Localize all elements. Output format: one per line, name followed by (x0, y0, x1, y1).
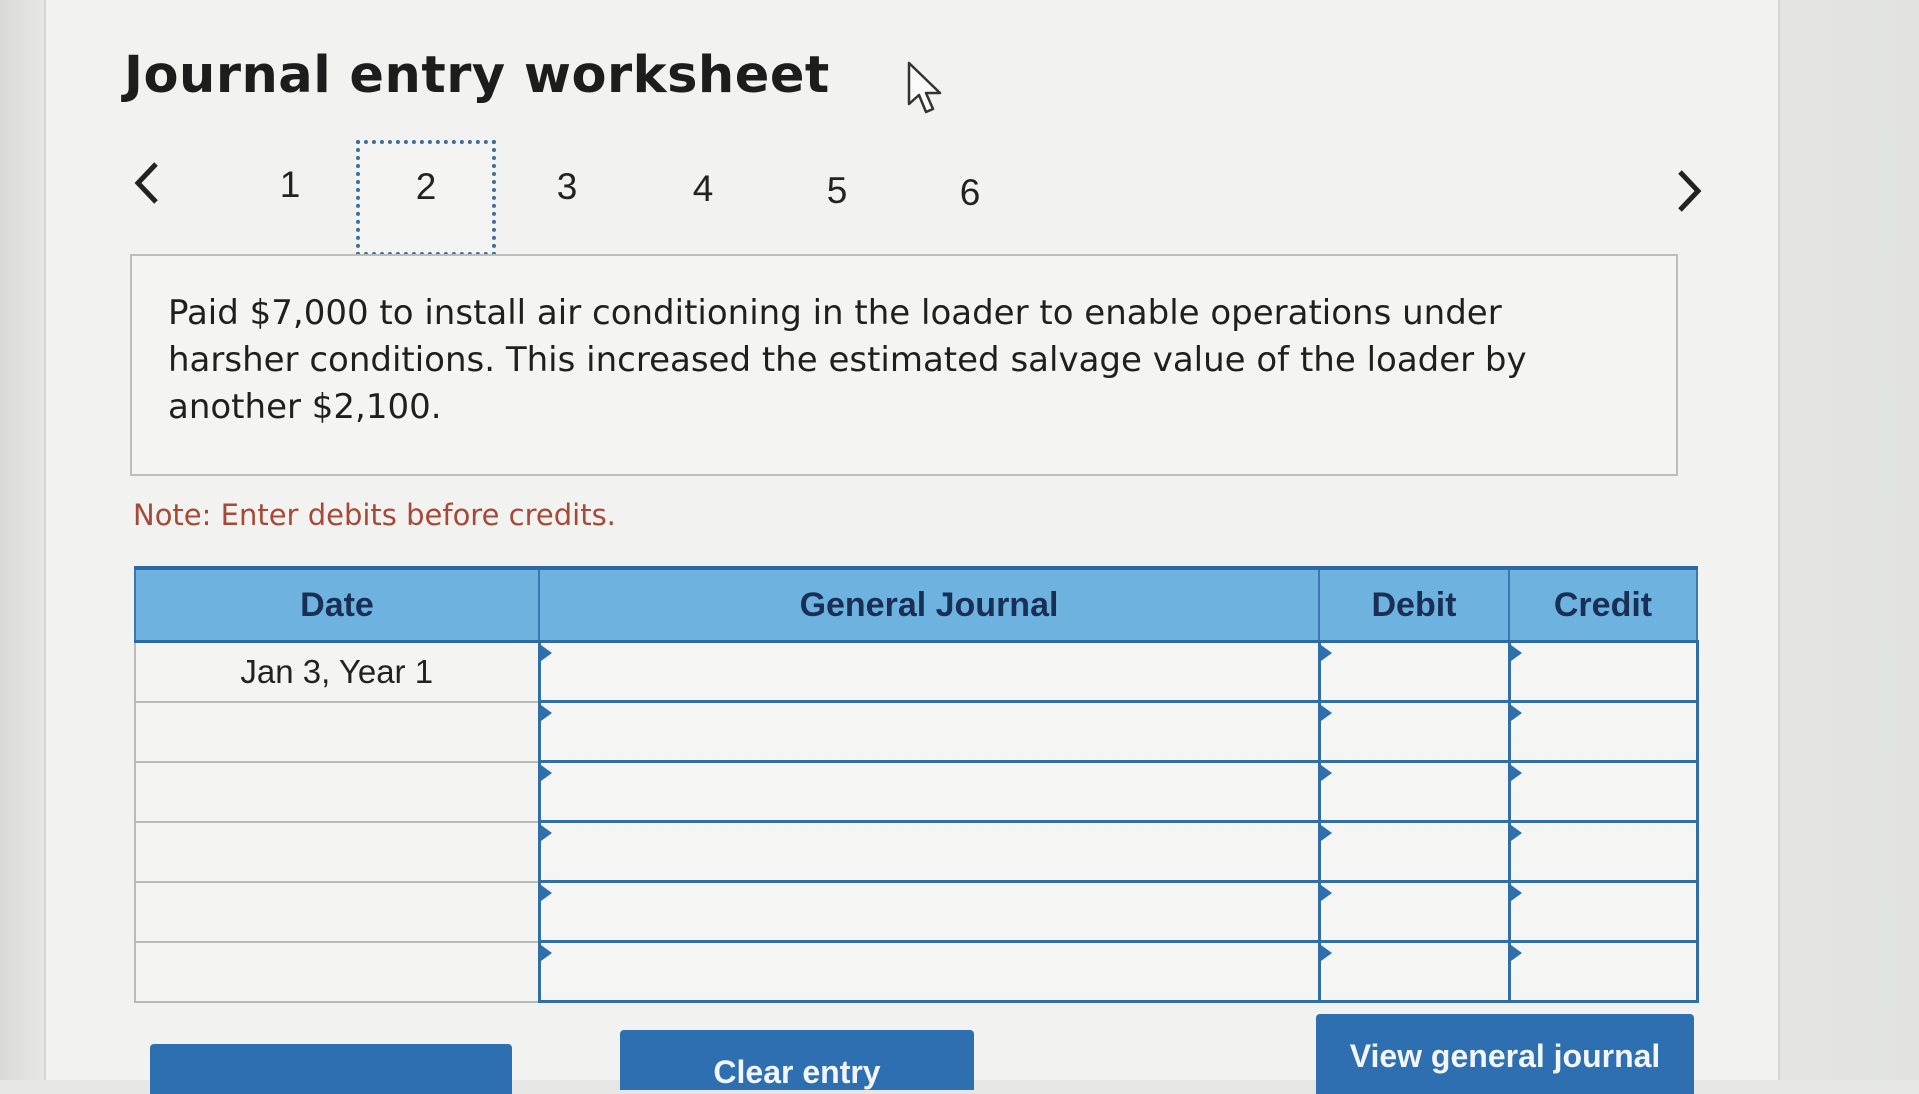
debit-input[interactable] (1317, 880, 1511, 943)
account-input[interactable] (537, 700, 1321, 763)
dropdown-marker-icon (1320, 885, 1332, 901)
dropdown-marker-icon (1510, 825, 1522, 841)
date-cell (134, 881, 539, 943)
debit-input[interactable] (1317, 940, 1511, 1003)
clear-entry-button[interactable]: Clear entry (620, 1030, 974, 1090)
table-row (134, 700, 1699, 763)
step-2-active[interactable]: 2 (356, 140, 496, 256)
table-row (134, 940, 1699, 1003)
screen-background: Journal entry worksheet 1 2 3 4 5 6 Paid… (0, 0, 1919, 1094)
credit-input[interactable] (1507, 760, 1699, 823)
dropdown-marker-icon (1510, 885, 1522, 901)
step-2-label: 2 (415, 166, 437, 207)
account-input[interactable] (537, 880, 1321, 943)
journal-table: Date General Journal Debit Credit Jan 3,… (134, 566, 1699, 1003)
debit-input[interactable] (1317, 640, 1511, 703)
dropdown-marker-icon (1320, 945, 1332, 961)
step-3[interactable]: 3 (527, 162, 607, 212)
table-row (134, 880, 1699, 943)
general-journal-column-header: General Journal (538, 566, 1320, 643)
transaction-description: Paid $7,000 to install air conditioning … (168, 293, 1527, 427)
view-general-journal-label: View general journal (1349, 1038, 1661, 1074)
entry-note: Note: Enter debits before credits. (133, 498, 616, 532)
dropdown-marker-icon (1320, 705, 1332, 721)
credit-input[interactable] (1507, 640, 1699, 703)
debit-column-header: Debit (1318, 566, 1510, 643)
credit-input[interactable] (1507, 700, 1699, 763)
journal-header-row: Date General Journal Debit Credit (134, 566, 1698, 643)
date-cell (134, 941, 539, 1003)
table-row (134, 760, 1699, 823)
dropdown-marker-icon (540, 705, 552, 721)
account-input[interactable] (537, 760, 1321, 823)
credit-input[interactable] (1507, 940, 1699, 1003)
mouse-cursor-icon (907, 61, 942, 114)
credit-input[interactable] (1507, 880, 1699, 943)
account-input[interactable] (537, 940, 1321, 1003)
date-cell (134, 761, 539, 823)
clear-entry-label: Clear entry (713, 1054, 881, 1090)
step-6[interactable]: 6 (930, 168, 1010, 218)
date-column-header: Date (134, 566, 540, 643)
dropdown-marker-icon (1510, 705, 1522, 721)
dropdown-marker-icon (1510, 645, 1522, 661)
debit-input[interactable] (1317, 820, 1511, 883)
dropdown-marker-icon (540, 825, 552, 841)
table-row: Jan 3, Year 1 (134, 640, 1699, 703)
dropdown-marker-icon (1320, 645, 1332, 661)
transaction-description-box: Paid $7,000 to install air conditioning … (130, 254, 1678, 476)
record-entry-button[interactable] (150, 1044, 512, 1094)
dropdown-marker-icon (1320, 765, 1332, 781)
dropdown-marker-icon (1510, 765, 1522, 781)
date-cell: Jan 3, Year 1 (134, 641, 539, 703)
debit-input[interactable] (1317, 760, 1511, 823)
account-input[interactable] (537, 820, 1321, 883)
dropdown-marker-icon (1510, 945, 1522, 961)
credit-input[interactable] (1507, 820, 1699, 883)
table-row (134, 820, 1699, 883)
date-cell (134, 701, 539, 763)
debit-input[interactable] (1317, 700, 1511, 763)
dropdown-marker-icon (1320, 825, 1332, 841)
credit-column-header: Credit (1508, 566, 1698, 643)
dropdown-marker-icon (540, 885, 552, 901)
step-4[interactable]: 4 (663, 164, 743, 214)
date-cell (134, 821, 539, 883)
view-general-journal-button[interactable]: View general journal (1316, 1014, 1694, 1094)
dropdown-marker-icon (540, 645, 552, 661)
chevron-right-icon[interactable] (1668, 166, 1708, 216)
dropdown-marker-icon (540, 945, 552, 961)
chevron-left-icon[interactable] (128, 158, 168, 208)
step-1[interactable]: 1 (250, 160, 330, 210)
account-input[interactable] (537, 640, 1321, 703)
page-title: Journal entry worksheet (124, 46, 830, 105)
step-5[interactable]: 5 (797, 166, 877, 216)
dropdown-marker-icon (540, 765, 552, 781)
